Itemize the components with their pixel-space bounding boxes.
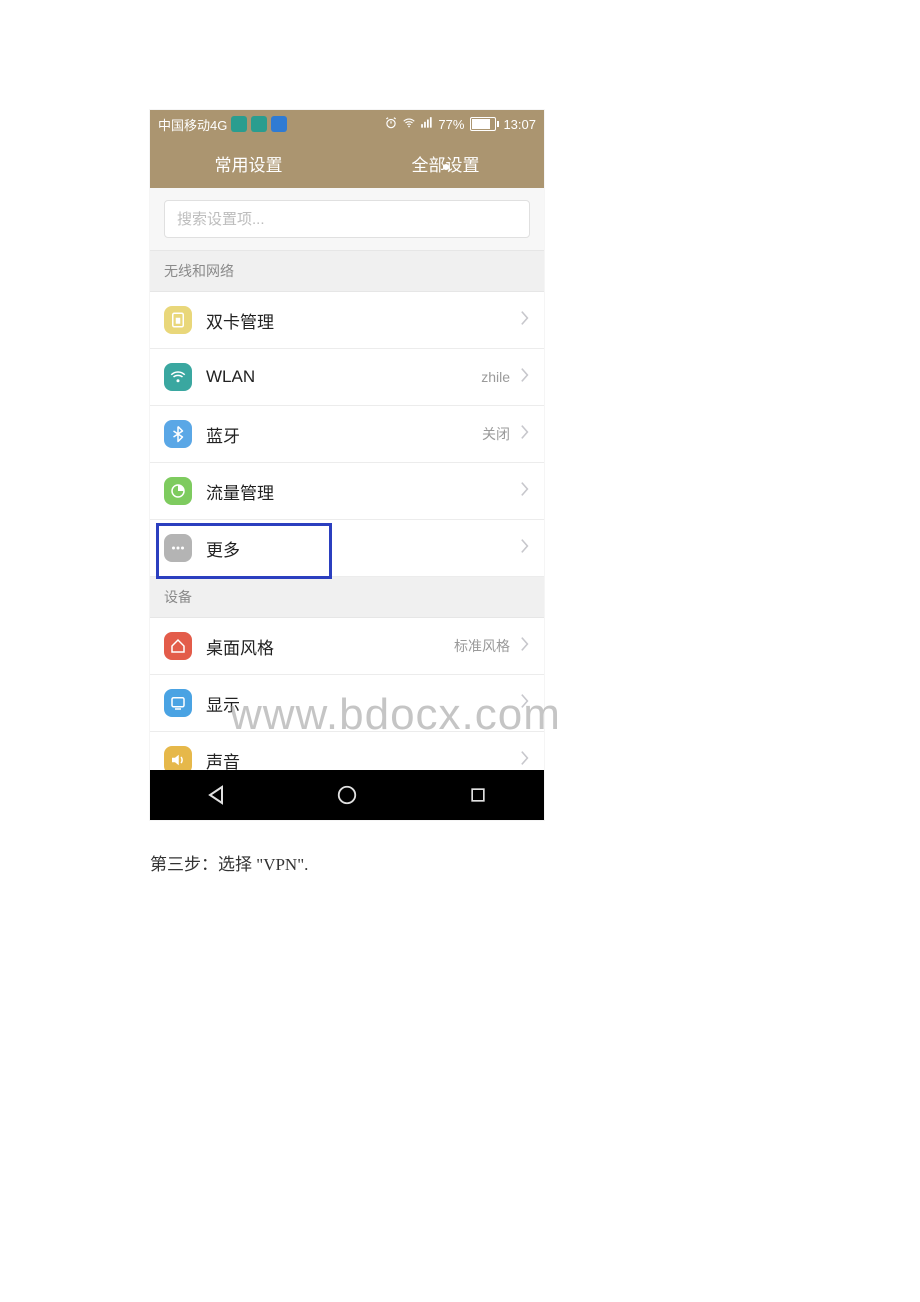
row-value: zhile [481,369,510,385]
wifi-icon [402,116,416,133]
search-input[interactable] [164,200,530,238]
tab-all-settings[interactable]: 全部设置 [347,151,544,176]
status-bar: 中国移动4G 77% 13:07 [150,110,544,138]
settings-tabs: 常用设置 全部设置 [150,138,544,188]
tab-common-settings[interactable]: 常用设置 [150,151,347,176]
row-label: 桌面风格 [206,634,454,659]
data-usage-icon [164,477,192,505]
sim-icon [164,306,192,334]
chevron-right-icon [520,310,530,331]
row-label: 显示 [206,691,520,716]
status-badge-icon [231,116,247,132]
chevron-right-icon [520,367,530,388]
signal-icon [420,116,434,133]
phone-frame: 中国移动4G 77% 13:07 常 [150,110,544,820]
nav-back-button[interactable] [181,775,251,815]
row-display[interactable]: 显示 [150,675,544,732]
row-label: 蓝牙 [206,422,482,447]
clock: 13:07 [503,117,536,132]
row-label: 双卡管理 [206,308,520,333]
row-home-style[interactable]: 桌面风格 标准风格 [150,618,544,675]
chevron-right-icon [520,693,530,714]
carrier-label: 中国移动4G [158,115,227,134]
row-data-usage[interactable]: 流量管理 [150,463,544,520]
section-device: 设备 [150,577,544,618]
nav-recent-button[interactable] [443,775,513,815]
chevron-right-icon [520,636,530,657]
status-badge-icon [271,116,287,132]
chevron-right-icon [520,750,530,771]
status-badge-icon [251,116,267,132]
row-wlan[interactable]: WLAN zhile [150,349,544,406]
wifi-icon [164,363,192,391]
display-icon [164,689,192,717]
battery-icon [468,117,499,131]
row-dual-sim[interactable]: 双卡管理 [150,292,544,349]
section-wireless: 无线和网络 [150,251,544,292]
android-navbar [150,770,544,820]
step-caption: 第三步：选择 "VPN". [150,850,308,875]
row-more[interactable]: 更多 [150,520,544,577]
more-icon [164,534,192,562]
chevron-right-icon [520,481,530,502]
nav-home-button[interactable] [312,775,382,815]
bluetooth-icon [164,420,192,448]
row-value: 关闭 [482,424,510,444]
settings-scroll[interactable]: 无线和网络 双卡管理 WLAN zhile 蓝牙 [150,188,544,820]
row-label: 流量管理 [206,479,520,504]
chevron-right-icon [520,424,530,445]
row-value: 标准风格 [454,636,510,656]
battery-pct: 77% [438,117,464,132]
row-label: WLAN [206,367,481,387]
alarm-icon [384,116,398,133]
home-icon [164,632,192,660]
search-wrap [150,188,544,251]
row-label: 声音 [206,748,520,773]
chevron-right-icon [520,538,530,559]
row-bluetooth[interactable]: 蓝牙 关闭 [150,406,544,463]
row-label: 更多 [206,536,520,561]
